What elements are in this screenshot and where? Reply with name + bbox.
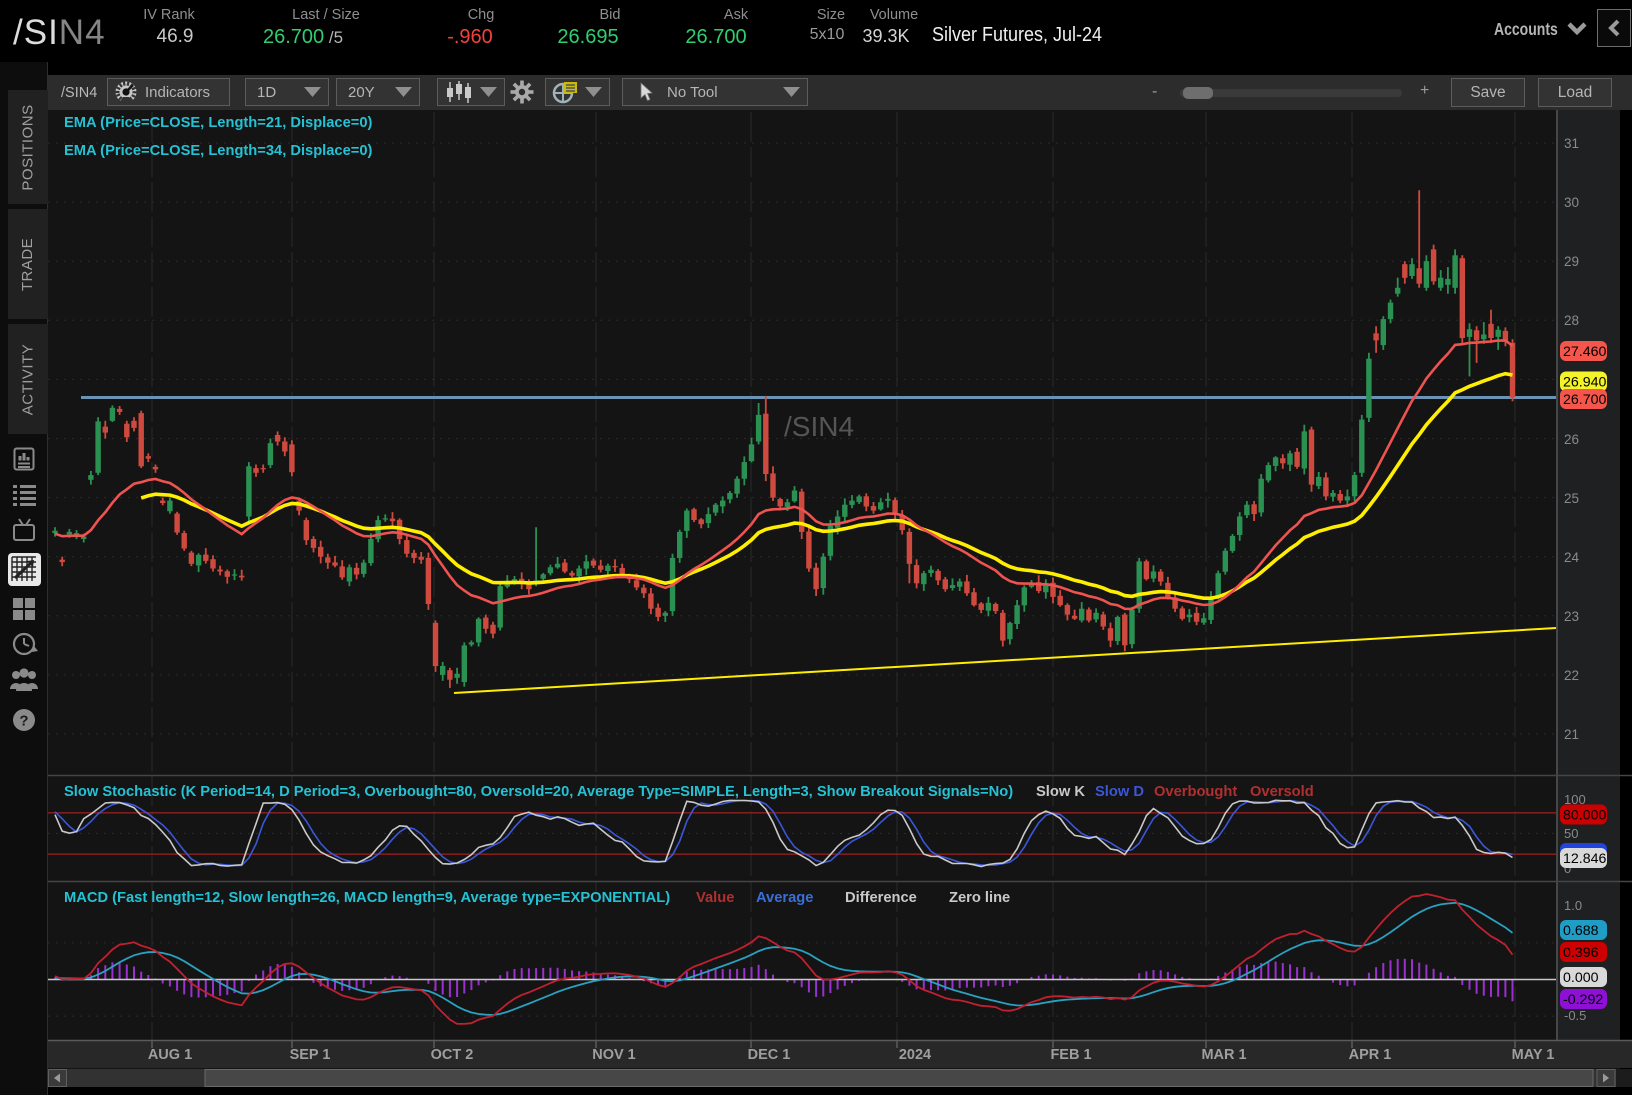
svg-text:23: 23	[1564, 609, 1579, 624]
svg-text:Slow K: Slow K	[1036, 784, 1085, 800]
svg-text:Oversold: Oversold	[1250, 784, 1314, 800]
svg-text:-0.292: -0.292	[1563, 992, 1603, 1008]
svg-text:27.460: 27.460	[1563, 344, 1607, 360]
svg-text:0.688: 0.688	[1563, 923, 1599, 939]
svg-text:APR 1: APR 1	[1349, 1047, 1392, 1063]
svg-text:Value: Value	[696, 890, 734, 906]
svg-text:31: 31	[1564, 136, 1579, 151]
svg-text:25: 25	[1564, 491, 1579, 506]
svg-text:EMA (Price=CLOSE, Length=21, D: EMA (Price=CLOSE, Length=21, Displace=0)	[64, 115, 373, 131]
svg-text:30: 30	[1564, 195, 1579, 210]
svg-text:0.396: 0.396	[1563, 945, 1599, 961]
svg-text:SEP 1: SEP 1	[290, 1047, 331, 1063]
svg-text:80.000: 80.000	[1563, 808, 1607, 824]
svg-text:22: 22	[1564, 668, 1579, 683]
svg-text:50: 50	[1564, 826, 1578, 841]
svg-text:DEC 1: DEC 1	[748, 1047, 791, 1063]
svg-text:NOV 1: NOV 1	[592, 1047, 636, 1063]
svg-text:EMA (Price=CLOSE, Length=34, D: EMA (Price=CLOSE, Length=34, Displace=0)	[64, 143, 373, 159]
svg-text:?: ?	[19, 713, 28, 730]
svg-text:0.000: 0.000	[1563, 970, 1599, 986]
svg-text:/SIN4: /SIN4	[784, 411, 854, 442]
svg-text:1.0: 1.0	[1564, 898, 1582, 913]
svg-text:26: 26	[1564, 432, 1579, 447]
svg-text:Average: Average	[756, 890, 813, 906]
svg-text:12.846: 12.846	[1563, 851, 1607, 867]
svg-text:Slow Stochastic (K Period=14,: Slow Stochastic (K Period=14, D Period=3…	[64, 784, 1013, 800]
svg-text:MACD (Fast length=12, Slow len: MACD (Fast length=12, Slow length=26, MA…	[64, 890, 670, 906]
svg-text:24: 24	[1564, 550, 1580, 565]
svg-text:Slow D: Slow D	[1095, 784, 1144, 800]
svg-text:29: 29	[1564, 254, 1579, 269]
svg-text:26.700: 26.700	[1563, 392, 1607, 408]
svg-text:FEB 1: FEB 1	[1050, 1047, 1091, 1063]
svg-text:AUG 1: AUG 1	[148, 1047, 192, 1063]
svg-text:-0.5: -0.5	[1564, 1008, 1586, 1023]
svg-text:2024: 2024	[899, 1047, 931, 1063]
svg-text:Zero line: Zero line	[949, 890, 1010, 906]
svg-text:21: 21	[1564, 727, 1579, 742]
svg-text:28: 28	[1564, 313, 1579, 328]
svg-text:MAY 1: MAY 1	[1512, 1047, 1555, 1063]
svg-text:26.940: 26.940	[1563, 375, 1607, 391]
svg-text:MAR 1: MAR 1	[1201, 1047, 1246, 1063]
svg-text:OCT 2: OCT 2	[431, 1047, 474, 1063]
svg-text:Difference: Difference	[845, 890, 917, 906]
svg-text:Overbought: Overbought	[1154, 784, 1237, 800]
